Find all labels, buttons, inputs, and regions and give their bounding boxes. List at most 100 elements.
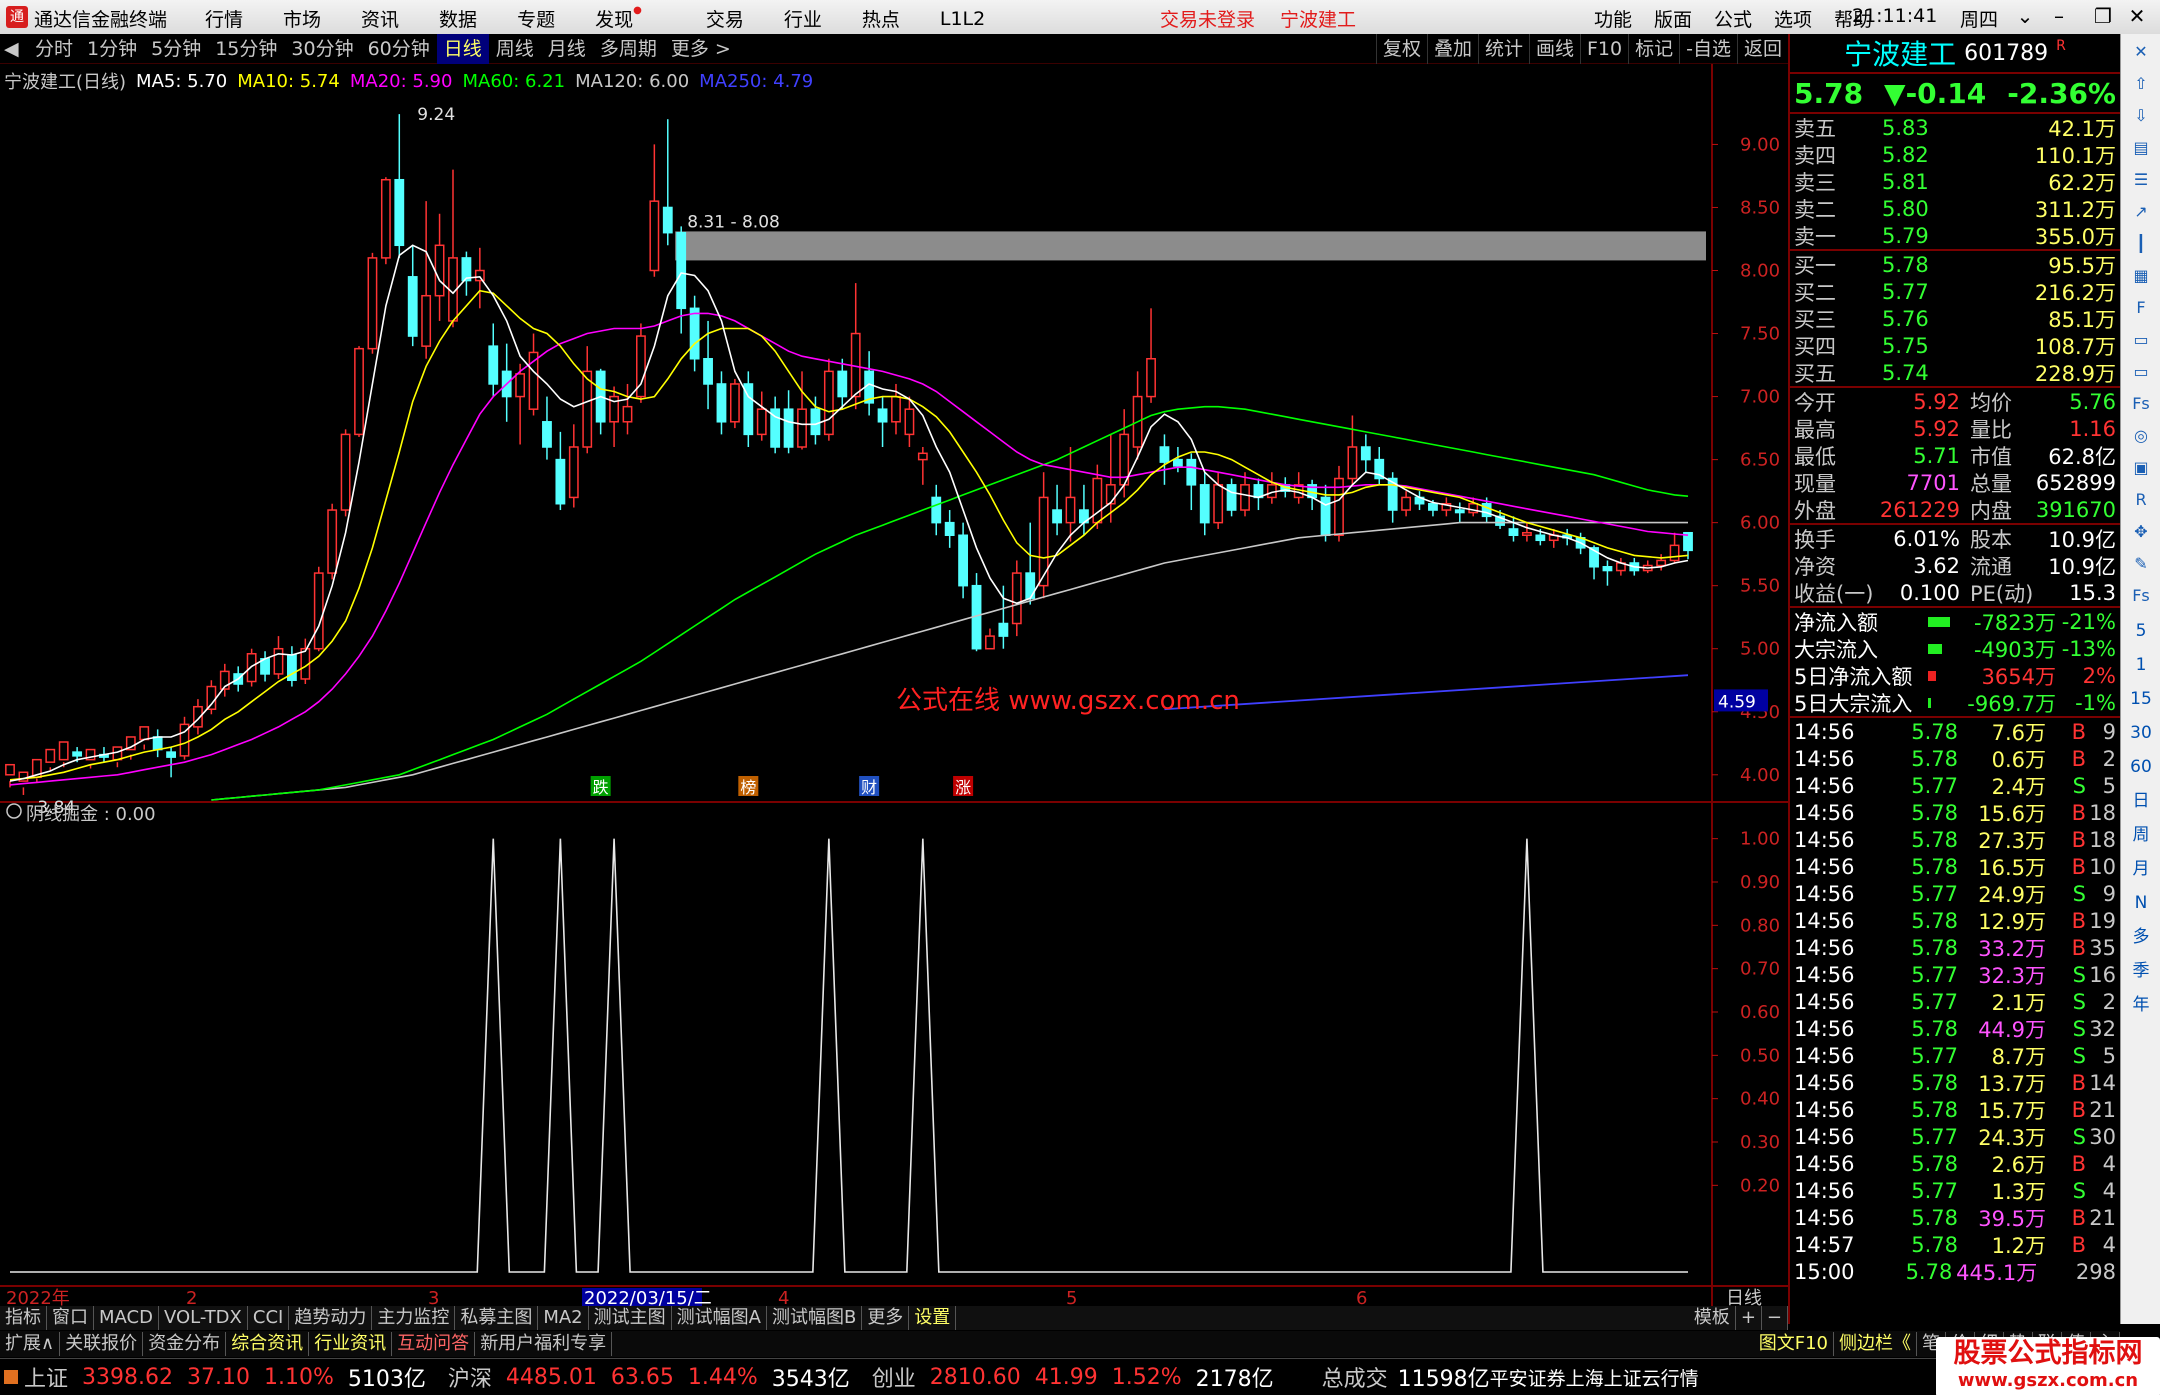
side-period-7[interactable]: 周 bbox=[2121, 818, 2160, 852]
bid-row[interactable]: 买一 5.78 95.5万 bbox=[1790, 251, 2120, 278]
right-menu-item-4[interactable]: 选项 bbox=[1774, 5, 1812, 32]
indicator-tab-2[interactable]: 窗口 bbox=[47, 1306, 94, 1330]
indicator-tab-4[interactable]: VOL-TDX bbox=[159, 1306, 248, 1330]
doc2-icon[interactable]: ▭ bbox=[2126, 358, 2156, 386]
indicator-settings-icon[interactable] bbox=[6, 803, 22, 819]
collapse-icon[interactable]: ⌄ bbox=[2008, 0, 2042, 34]
menu-item-3[interactable]: 资讯 bbox=[361, 5, 399, 32]
side-period-11[interactable]: 季 bbox=[2121, 954, 2160, 988]
info-tab-4[interactable]: 综合资讯 bbox=[226, 1332, 310, 1356]
close-window-icon[interactable]: ✕ bbox=[2120, 0, 2154, 34]
side-period-10[interactable]: 多 bbox=[2121, 920, 2160, 954]
indicator-tab-10[interactable]: 测试主图 bbox=[589, 1306, 672, 1330]
info-tab-right-1[interactable]: 图文F10 bbox=[1754, 1332, 1834, 1356]
restore-icon[interactable]: ❐ bbox=[2086, 0, 2120, 34]
ask-row[interactable]: 卖四 5.82 110.1万 bbox=[1790, 141, 2120, 168]
ask-row[interactable]: 卖五 5.83 42.1万 bbox=[1790, 114, 2120, 141]
period-tab-6[interactable]: 60分钟 bbox=[361, 34, 437, 64]
menu-item-8[interactable]: 行业 bbox=[784, 5, 822, 32]
side-period-5[interactable]: 60 bbox=[2121, 750, 2160, 784]
chart-icon[interactable]: ↗ bbox=[2126, 198, 2156, 226]
info-tab-7[interactable]: 新用户福利专享 bbox=[475, 1332, 613, 1356]
chart-tool-4[interactable]: 画线 bbox=[1528, 33, 1580, 64]
chart-tool-8[interactable]: 返回 bbox=[1736, 33, 1788, 64]
chart-tool-7[interactable]: -自选 bbox=[1679, 33, 1737, 64]
indicator-tab-8[interactable]: 私募主图 bbox=[455, 1306, 539, 1330]
indicator-tab-12[interactable]: 测试幅图B bbox=[767, 1306, 863, 1330]
ask-row[interactable]: 卖二 5.80 311.2万 bbox=[1790, 195, 2120, 222]
bid-row[interactable]: 买五 5.74 228.9万 bbox=[1790, 359, 2120, 386]
ask-row[interactable]: 卖一 5.79 355.0万 bbox=[1790, 222, 2120, 249]
bid-row[interactable]: 买四 5.75 108.7万 bbox=[1790, 332, 2120, 359]
fs-icon[interactable]: Fs bbox=[2126, 390, 2156, 418]
cal-icon[interactable]: ▣ bbox=[2126, 454, 2156, 482]
chart-tool-2[interactable]: 叠加 bbox=[1426, 33, 1478, 64]
login-status[interactable]: 交易未登录 bbox=[1160, 5, 1255, 32]
period-tab-1[interactable]: 分时 bbox=[28, 34, 80, 64]
side-period-4[interactable]: 30 bbox=[2121, 716, 2160, 750]
candle-icon[interactable]: ┃ bbox=[2126, 230, 2156, 258]
indicator-tab-3[interactable]: MACD bbox=[94, 1306, 159, 1330]
indicator-tab-1[interactable]: 指标 bbox=[0, 1306, 47, 1330]
chart-tool-1[interactable]: 复权 bbox=[1375, 33, 1427, 64]
menu-item-10[interactable]: L1L2 bbox=[940, 8, 985, 30]
arrow-down-icon[interactable]: ⇩ bbox=[2126, 102, 2156, 130]
indicator-tab-7[interactable]: 主力监控 bbox=[372, 1306, 456, 1330]
circle-icon[interactable]: ◎ bbox=[2126, 422, 2156, 450]
index-quote[interactable]: 上证 3398.62 37.10 1.10% 5103亿 bbox=[24, 1361, 426, 1393]
list-icon[interactable]: ☰ bbox=[2126, 166, 2156, 194]
chart-tool-5[interactable]: F10 bbox=[1580, 33, 1628, 64]
side-period-2[interactable]: 1 bbox=[2121, 648, 2160, 682]
info-tab-1[interactable]: 扩展∧ bbox=[0, 1332, 61, 1356]
side-period-12[interactable]: 年 bbox=[2121, 988, 2160, 1022]
info-tab-6[interactable]: 互动问答 bbox=[392, 1332, 476, 1356]
menu-item-6[interactable]: 发现● bbox=[595, 5, 682, 32]
pen-icon[interactable]: ✎ bbox=[2126, 550, 2156, 578]
period-tab-9[interactable]: 月线 bbox=[541, 34, 593, 64]
chart-tool-6[interactable]: 标记 bbox=[1628, 33, 1679, 64]
close-icon[interactable]: ✕ bbox=[2126, 38, 2156, 66]
period-tab-4[interactable]: 15分钟 bbox=[208, 34, 284, 64]
side-period-8[interactable]: 月 bbox=[2121, 852, 2160, 886]
page-icon[interactable]: ▤ bbox=[2126, 134, 2156, 162]
indicator-tab-right-2[interactable]: + bbox=[1736, 1306, 1762, 1330]
indicator-tab-6[interactable]: 趋势动力 bbox=[289, 1306, 373, 1330]
info-tab-right-2[interactable]: 侧边栏《 bbox=[1834, 1332, 1917, 1356]
info-tab-3[interactable]: 资金分布 bbox=[143, 1332, 227, 1356]
side-period-1[interactable]: 5 bbox=[2121, 614, 2160, 648]
side-period-9[interactable]: N bbox=[2121, 886, 2160, 920]
collapse-panel-icon[interactable]: ◀ bbox=[0, 34, 28, 64]
grid-icon[interactable]: ▦ bbox=[2126, 262, 2156, 290]
menu-item-5[interactable]: 专题 bbox=[517, 5, 555, 32]
period-tab-5[interactable]: 30分钟 bbox=[284, 34, 360, 64]
period-tab-2[interactable]: 1分钟 bbox=[80, 34, 144, 64]
index-quote[interactable]: 沪深 4485.01 63.65 1.44% 3543亿 bbox=[448, 1361, 850, 1393]
indicator-tab-14[interactable]: 设置 bbox=[909, 1306, 957, 1330]
period-tab-3[interactable]: 5分钟 bbox=[144, 34, 208, 64]
menu-item-4[interactable]: 数据 bbox=[439, 5, 477, 32]
indicator-tab-11[interactable]: 测试幅图A bbox=[672, 1306, 767, 1330]
bid-row[interactable]: 买二 5.77 216.2万 bbox=[1790, 278, 2120, 305]
index-quote[interactable]: 创业 2810.60 41.99 1.52% 2178亿 bbox=[872, 1361, 1274, 1393]
indicator-tab-13[interactable]: 更多 bbox=[862, 1306, 910, 1330]
f10-icon[interactable]: F bbox=[2126, 294, 2156, 322]
indicator-tab-right-1[interactable]: 模板 bbox=[1689, 1306, 1736, 1330]
ask-row[interactable]: 卖三 5.81 62.2万 bbox=[1790, 168, 2120, 195]
side-period-6[interactable]: 日 bbox=[2121, 784, 2160, 818]
period-tab-10[interactable]: 多周期 bbox=[593, 34, 664, 64]
menu-item-7[interactable]: 交易 bbox=[706, 5, 744, 32]
move-icon[interactable]: ✥ bbox=[2126, 518, 2156, 546]
right-menu-item-1[interactable]: 功能 bbox=[1594, 5, 1632, 32]
indicator-tab-5[interactable]: CCI bbox=[248, 1306, 290, 1330]
period-tab-7[interactable]: 日线 bbox=[436, 33, 489, 64]
info-tab-2[interactable]: 关联报价 bbox=[60, 1332, 144, 1356]
side-period-3[interactable]: 15 bbox=[2121, 682, 2160, 716]
period-tab-8[interactable]: 周线 bbox=[489, 34, 541, 64]
arrow-up-icon[interactable]: ⇧ bbox=[2126, 70, 2156, 98]
menu-item-2[interactable]: 市场 bbox=[283, 5, 321, 32]
rsi-icon[interactable]: R bbox=[2126, 486, 2156, 514]
indicator-tab-9[interactable]: MA2 bbox=[538, 1306, 589, 1330]
bid-row[interactable]: 买三 5.76 85.1万 bbox=[1790, 305, 2120, 332]
menu-item-1[interactable]: 行情 bbox=[205, 5, 243, 32]
fs2-icon[interactable]: Fs bbox=[2126, 582, 2156, 610]
